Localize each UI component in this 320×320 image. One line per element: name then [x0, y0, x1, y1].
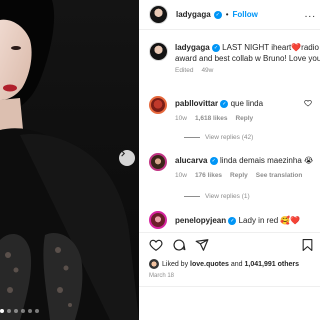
action-bar	[139, 232, 320, 256]
comment-avatar[interactable]	[149, 211, 167, 229]
more-options-button[interactable]: ...	[305, 9, 316, 20]
verified-icon: ✓	[220, 99, 229, 108]
likes-prefix: Liked by	[162, 260, 189, 268]
likes-count[interactable]: 1,041,991 others	[245, 261, 299, 268]
caption-username[interactable]: ladygaga	[175, 43, 210, 52]
post-date: March 18	[149, 273, 175, 279]
caption: ladygaga ✓ LAST NIGHT iheart❤️radio awar…	[149, 42, 320, 74]
verified-icon: ✓	[209, 156, 218, 165]
bookmark-icon[interactable]	[301, 238, 314, 252]
comment-username[interactable]: penelopyjean	[175, 216, 226, 225]
heart-icon[interactable]	[304, 99, 312, 107]
comment-avatar[interactable]	[149, 153, 167, 171]
carousel-dot	[7, 309, 11, 313]
likes-summary: Liked by love.quotes and 1,041,991 other…	[149, 259, 299, 269]
comment-username[interactable]: pabllovittar	[175, 99, 218, 108]
heart-icon[interactable]	[149, 238, 163, 252]
view-replies-button[interactable]: View replies (42)	[184, 134, 253, 141]
liker-avatar	[149, 259, 159, 269]
comment-avatar[interactable]	[149, 96, 167, 114]
comment-time: 10w	[175, 172, 187, 179]
see-translation-button[interactable]: See translation	[256, 172, 303, 179]
comment-text: linda demais maezinha 😭	[219, 156, 314, 165]
caption-edited: Edited	[175, 67, 194, 74]
carousel-next-button[interactable]	[119, 150, 135, 166]
comment-item: pabllovittar ✓ que linda 10w 1,618 likes R…	[149, 96, 320, 122]
caption-text-line1: LAST NIGHT iheart❤️radio	[222, 43, 319, 52]
post-header: ladygaga ✓ • Follow ...	[139, 0, 320, 30]
carousel-dot	[21, 309, 25, 313]
comment-likes[interactable]: 176 likes	[195, 172, 222, 179]
carousel-dots	[0, 309, 39, 313]
reply-button[interactable]: Reply	[235, 115, 253, 122]
post-sidebar: ladygaga ✓ • Follow ... ladygaga ✓ LAST …	[139, 0, 320, 320]
post-photo[interactable]	[0, 0, 139, 320]
carousel-dot	[35, 309, 39, 313]
comment-time: 10w	[175, 115, 187, 122]
share-icon[interactable]	[195, 238, 209, 252]
caption-text-line2: award and best collab w Bruno! Love you	[175, 54, 320, 63]
carousel-dot-active	[0, 309, 4, 313]
comment-text: que linda	[230, 99, 264, 108]
caption-time: 49w	[201, 67, 214, 74]
carousel-dot	[14, 309, 18, 313]
portrait-image	[0, 0, 139, 320]
comment-likes[interactable]: 1,618 likes	[195, 115, 228, 122]
comment-item: penelopyjean ✓ Lady in red 🥰❤️	[149, 211, 320, 229]
caption-avatar[interactable]	[149, 42, 168, 61]
author-avatar[interactable]	[149, 5, 168, 24]
chevron-right-icon	[121, 150, 126, 157]
follow-button[interactable]: Follow	[233, 10, 258, 19]
liker-username[interactable]: love.quotes	[190, 261, 229, 268]
verified-icon: ✓	[211, 43, 220, 52]
author-username[interactable]: ladygaga	[176, 10, 211, 19]
view-replies-button[interactable]: View replies (1)	[184, 193, 250, 200]
add-comment-area[interactable]	[139, 286, 320, 320]
carousel-dot	[28, 309, 32, 313]
comment-username[interactable]: alucarva	[175, 156, 207, 165]
comment-item: alucarva ✓ linda demais maezinha 😭 10w 17…	[149, 153, 320, 179]
likes-and: and	[230, 260, 243, 268]
verified-icon: ✓	[213, 10, 222, 19]
comment-icon[interactable]	[172, 238, 186, 252]
header-separator: •	[225, 10, 229, 19]
verified-icon: ✓	[228, 216, 237, 225]
reply-button[interactable]: Reply	[230, 172, 248, 179]
comment-text: Lady in red 🥰❤️	[238, 216, 301, 225]
